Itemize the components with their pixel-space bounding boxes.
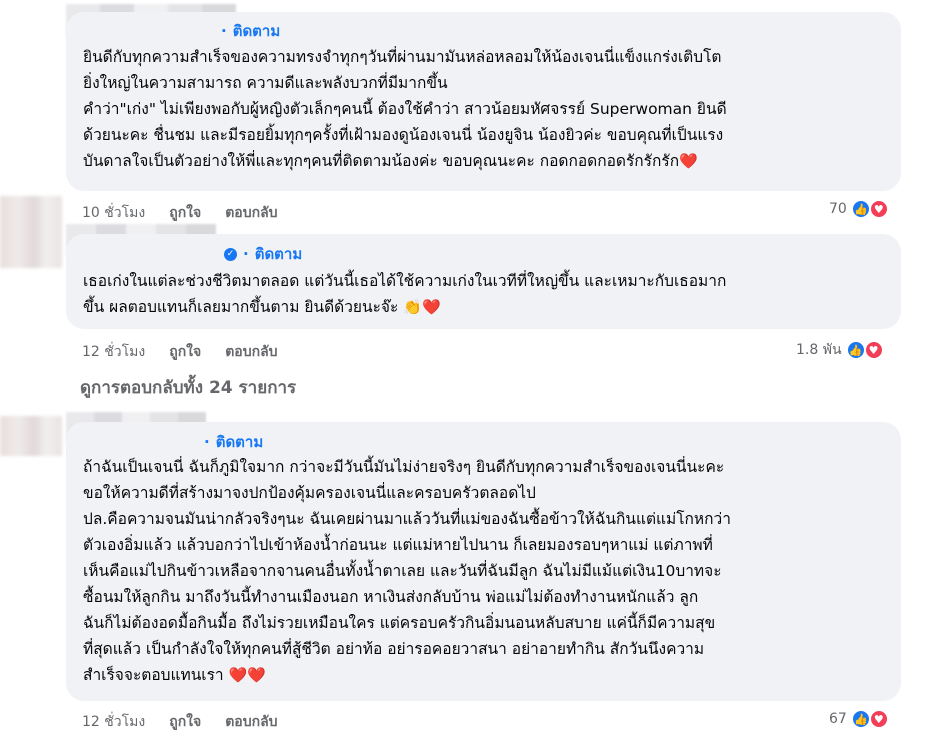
clap-heart-emoji-icon: 👏❤️	[403, 298, 441, 316]
like-reaction-icon: 👍	[850, 199, 871, 219]
avatar[interactable]	[0, 416, 62, 456]
view-more-replies-link[interactable]: ดูการตอบกลับทั้ง 24 รายการ	[80, 374, 296, 401]
separator-dot: ·	[243, 245, 249, 263]
comment-timestamp[interactable]: 12 ชั่วโมง	[82, 341, 145, 363]
comment-actions: 10 ชั่วโมง ถูกใจ ตอบกลับ	[82, 202, 278, 224]
reply-button[interactable]: ตอบกลับ	[225, 202, 277, 224]
reaction-summary[interactable]: 67 👍 ♥	[829, 709, 889, 729]
follow-link[interactable]: ติดตาม	[216, 430, 264, 454]
comment-timestamp[interactable]: 10 ชั่วโมง	[82, 202, 145, 224]
like-button[interactable]: ถูกใจ	[169, 711, 201, 733]
reaction-count: 70	[829, 201, 847, 217]
like-button[interactable]: ถูกใจ	[169, 341, 201, 363]
comment-bubble: ✓ · ติดตาม เธอเก่งในแต่ละช่วงชีวิตมาตลอด…	[66, 234, 901, 329]
verified-badge-icon: ✓	[224, 247, 237, 261]
comment-timestamp[interactable]: 12 ชั่วโมง	[82, 711, 145, 733]
reply-button[interactable]: ตอบกลับ	[225, 341, 277, 363]
comment-text-content: ยินดีกับทุกความสำเร็จของความทรงจำทุกๆวัน…	[83, 48, 727, 170]
comment-text: ยินดีกับทุกความสำเร็จของความทรงจำทุกๆวัน…	[83, 44, 893, 174]
love-reaction-icon: ♥	[863, 340, 884, 360]
follow-link[interactable]: ติดตาม	[233, 19, 281, 43]
comment-text: เธอเก่งในแต่ละช่วงชีวิตมาตลอด แต่วันนี้เ…	[83, 268, 893, 320]
comment-header: · ติดตาม	[221, 19, 280, 43]
love-reaction-icon: ♥	[868, 709, 889, 729]
separator-dot: ·	[221, 22, 227, 40]
comment-header: · ติดตาม	[204, 430, 263, 454]
avatar[interactable]	[0, 196, 62, 268]
hearts-emoji-icon: ❤️❤️	[228, 666, 266, 684]
comment-text: ถ้าฉันเป็นเจนนี่ ฉันก็ภูมิใจมาก กว่าจะมี…	[83, 454, 898, 688]
follow-link[interactable]: ติดตาม	[255, 242, 303, 266]
like-reaction-icon: 👍	[845, 340, 866, 360]
like-reaction-icon: 👍	[850, 709, 871, 729]
comment-bubble: · ติดตาม ถ้าฉันเป็นเจนนี่ ฉันก็ภูมิใจมาก…	[66, 422, 901, 701]
reaction-count: 1.8 พัน	[796, 342, 842, 358]
comment-text-content: ถ้าฉันเป็นเจนนี่ ฉันก็ภูมิใจมาก กว่าจะมี…	[83, 458, 731, 684]
comment-header: ✓ · ติดตาม	[224, 242, 302, 266]
reply-button[interactable]: ตอบกลับ	[225, 711, 277, 733]
heart-emoji-icon: ❤️	[679, 152, 698, 170]
love-reaction-icon: ♥	[868, 199, 889, 219]
reaction-summary[interactable]: 1.8 พัน 👍 ♥	[796, 339, 884, 361]
comment-actions: 12 ชั่วโมง ถูกใจ ตอบกลับ	[82, 711, 278, 733]
comment-bubble: · ติดตาม ยินดีกับทุกความสำเร็จของความทรง…	[66, 12, 901, 191]
separator-dot: ·	[204, 433, 210, 451]
like-button[interactable]: ถูกใจ	[169, 202, 201, 224]
reaction-summary[interactable]: 70 👍 ♥	[829, 199, 889, 219]
reaction-count: 67	[829, 711, 847, 727]
comment-actions: 12 ชั่วโมง ถูกใจ ตอบกลับ	[82, 341, 278, 363]
